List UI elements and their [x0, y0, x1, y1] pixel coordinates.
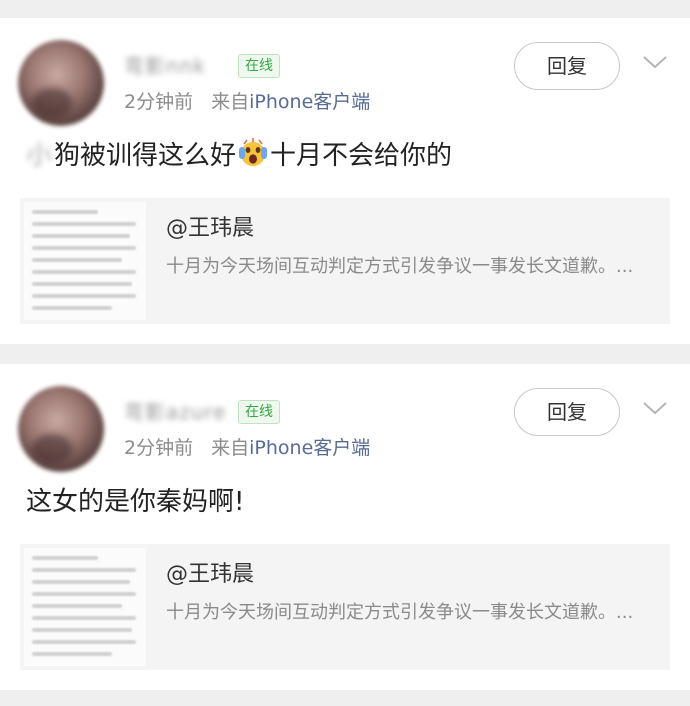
source-prefix: 来自 [211, 91, 250, 113]
username[interactable]: 弯影nnk [124, 54, 234, 78]
chevron-down-icon[interactable] [642, 398, 668, 418]
blurred-text: 小 [26, 141, 53, 171]
online-badge: 在线 [238, 54, 280, 78]
chevron-down-icon[interactable] [642, 52, 668, 72]
comment-text: 小狗被训得这么好 十月不会给你的 [26, 136, 452, 176]
quoted-post-author[interactable]: @王玮晨 [166, 560, 254, 590]
username[interactable]: 弯影azure [124, 400, 234, 424]
source-prefix: 来自 [211, 437, 250, 459]
quoted-post[interactable]: @王玮晨 十月为今天场间互动判定方式引发争议一事发长文道歉。... [20, 544, 670, 670]
quoted-post-thumbnail [24, 548, 146, 666]
comment-text-part: 狗被训得这么好 [54, 141, 237, 171]
quoted-post-summary: 十月为今天场间互动判定方式引发争议一事发长文道歉。... [166, 602, 634, 623]
online-badge: 在线 [238, 400, 280, 424]
device-link[interactable]: iPhone客户端 [249, 437, 370, 459]
quoted-post[interactable]: @王玮晨 十月为今天场间互动判定方式引发争议一事发长文道歉。... [20, 198, 670, 324]
comment-card: 弯影azure 在线 2分钟前 来自iPhone客户端 回复 这女的是你秦妈啊!… [0, 364, 690, 690]
comment-time: 2分钟前 [124, 91, 194, 113]
comment-meta: 2分钟前 来自iPhone客户端 [124, 90, 370, 114]
reply-button[interactable]: 回复 [514, 388, 620, 436]
quoted-post-thumbnail [24, 202, 146, 320]
avatar[interactable] [18, 40, 104, 126]
reply-button[interactable]: 回复 [514, 42, 620, 90]
comment-text: 这女的是你秦妈啊! [26, 487, 245, 517]
quoted-post-author[interactable]: @王玮晨 [166, 214, 254, 244]
avatar[interactable] [18, 386, 104, 472]
screaming-face-emoji-icon [239, 138, 268, 166]
quoted-post-summary: 十月为今天场间互动判定方式引发争议一事发长文道歉。... [166, 256, 634, 277]
comment-time: 2分钟前 [124, 437, 194, 459]
device-link[interactable]: iPhone客户端 [249, 91, 370, 113]
comment-meta: 2分钟前 来自iPhone客户端 [124, 436, 370, 460]
comment-text-part: 十月不会给你的 [270, 141, 453, 171]
comment-card: 弯影nnk 在线 2分钟前 来自iPhone客户端 回复 小狗被训得这么好 十月… [0, 18, 690, 344]
